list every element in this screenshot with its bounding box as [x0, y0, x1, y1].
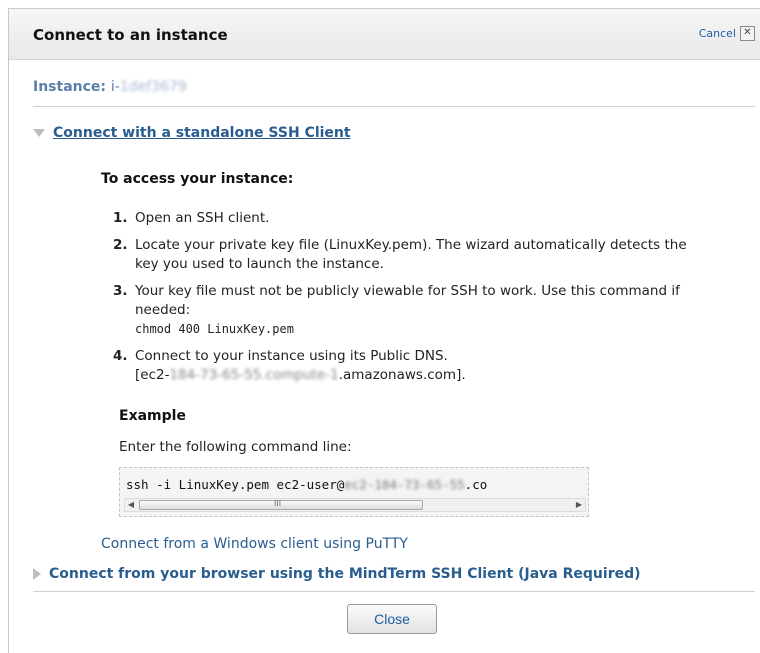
command-visible: ssh -i LinuxKey.pem ec2-user@: [126, 477, 345, 492]
step-3: 3. Your key file must not be publicly vi…: [113, 282, 713, 339]
mindterm-expander[interactable]: Connect from your browser using the Mind…: [33, 566, 641, 582]
dns-suffix: .amazonaws.com].: [338, 367, 466, 383]
step-number: 2.: [113, 237, 128, 253]
chmod-command: chmod 400 LinuxKey.pem: [135, 322, 294, 336]
instance-label: Instance:: [33, 79, 107, 95]
instance-id-obscured: 1def3679: [119, 79, 187, 95]
access-heading: To access your instance:: [101, 171, 294, 187]
step-number: 1.: [113, 210, 128, 226]
putty-link[interactable]: Connect from a Windows client using PuTT…: [101, 536, 408, 552]
scroll-right-arrow-icon[interactable]: ▶: [574, 500, 584, 510]
cancel-button[interactable]: Cancel ✕: [699, 26, 755, 41]
close-x-icon[interactable]: ✕: [740, 26, 755, 41]
ssh-client-link[interactable]: Connect with a standalone SSH Client: [53, 125, 351, 141]
dns-obscured: 184-73-65-55.compute-1: [169, 367, 339, 383]
dns-prefix: [ec2-: [135, 367, 170, 383]
step-4: 4. Connect to your instance using its Pu…: [113, 347, 713, 385]
step-text: Your key file must not be publicly viewa…: [135, 283, 680, 318]
step-text: Connect to your instance using its Publi…: [135, 348, 448, 364]
example-heading: Example: [119, 408, 186, 424]
mindterm-link[interactable]: Connect from your browser using the Mind…: [49, 566, 641, 582]
triangle-right-icon[interactable]: [33, 568, 41, 580]
grip-icon: III: [274, 499, 282, 508]
close-button[interactable]: Close: [347, 604, 437, 634]
steps-list: 1. Open an SSH client. 2. Locate your pr…: [113, 209, 713, 393]
command-code-box[interactable]: ssh -i LinuxKey.pem ec2-user@ec2-184-73-…: [119, 467, 589, 517]
example-description: Enter the following command line:: [119, 439, 352, 455]
step-number: 4.: [113, 348, 128, 364]
instance-heading: Instance: i-1def3679: [33, 79, 187, 95]
dialog-title: Connect to an instance: [33, 26, 228, 44]
instance-id-prefix: i-: [110, 79, 120, 95]
step-number: 3.: [113, 283, 128, 299]
divider-bottom: [33, 591, 755, 592]
step-1: 1. Open an SSH client.: [113, 209, 713, 228]
horizontal-scrollbar[interactable]: ◀ III ▶: [124, 498, 586, 512]
step-text: Locate your private key file (LinuxKey.p…: [135, 237, 687, 272]
step-text: Open an SSH client.: [135, 210, 270, 226]
step-2: 2. Locate your private key file (LinuxKe…: [113, 236, 713, 274]
cancel-label[interactable]: Cancel: [699, 27, 736, 40]
command-line[interactable]: ssh -i LinuxKey.pem ec2-user@ec2-184-73-…: [126, 477, 487, 492]
command-obscured: ec2-184-73-65-55: [344, 477, 465, 492]
dialog-header: Connect to an instance Cancel ✕: [9, 9, 760, 60]
triangle-down-icon[interactable]: [33, 129, 45, 137]
divider-top: [33, 106, 755, 107]
scroll-left-arrow-icon[interactable]: ◀: [126, 500, 136, 510]
command-tail: .co: [464, 477, 488, 492]
ssh-client-expander[interactable]: Connect with a standalone SSH Client: [33, 125, 351, 141]
scrollbar-thumb[interactable]: III: [139, 499, 423, 510]
connect-dialog: Connect to an instance Cancel ✕ Instance…: [8, 8, 760, 653]
